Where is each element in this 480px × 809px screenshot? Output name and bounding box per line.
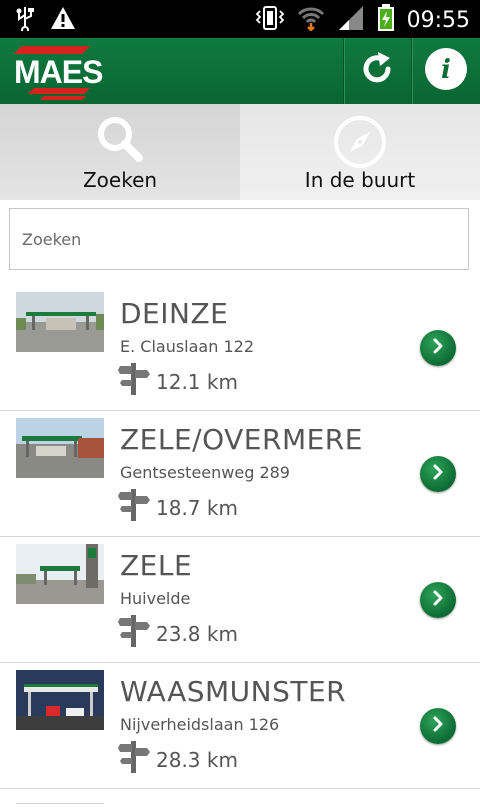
distance-row: 28.3 km — [118, 739, 238, 777]
refresh-icon — [358, 50, 396, 92]
search-icon — [95, 114, 145, 168]
search-box — [9, 208, 469, 270]
station-distance: 12.1 km — [156, 370, 238, 394]
vibrate-icon — [255, 5, 285, 35]
station-photo — [16, 292, 104, 352]
status-bar: 09:55 — [0, 0, 480, 38]
station-name: WAASMUNSTER — [120, 675, 347, 708]
app-bar: MAES i — [0, 38, 480, 104]
wifi-icon — [297, 5, 325, 35]
chevron-right-icon — [430, 338, 446, 358]
open-station-button[interactable] — [420, 582, 456, 618]
search-input[interactable] — [10, 209, 468, 269]
battery-charging-icon — [377, 4, 395, 36]
station-distance: 18.7 km — [156, 496, 238, 520]
compass-icon — [332, 114, 388, 174]
distance-row: 12.1 km — [118, 361, 238, 399]
signpost-icon — [118, 487, 150, 525]
list-item[interactable]: DEINZE E. Clauslaan 122 12.1 km — [0, 285, 480, 411]
signpost-icon — [118, 739, 150, 777]
logo-text: MAES — [14, 54, 103, 90]
tab-in-de-buurt[interactable]: In de buurt — [240, 104, 480, 200]
list-item-partial[interactable] — [0, 789, 480, 809]
station-photo — [16, 418, 104, 478]
tab-label: Zoeken — [82, 168, 158, 192]
station-list: DEINZE E. Clauslaan 122 12.1 km ZELE/OVE… — [0, 285, 480, 809]
chevron-right-icon — [430, 590, 446, 610]
svg-text:i: i — [441, 55, 451, 85]
refresh-button[interactable] — [344, 38, 410, 104]
distance-row: 23.8 km — [118, 613, 238, 651]
station-photo — [16, 544, 104, 604]
tab-bar: Zoeken In de buurt — [0, 104, 480, 200]
open-station-button[interactable] — [420, 330, 456, 366]
chevron-right-icon — [430, 464, 446, 484]
station-name: ZELE — [120, 549, 193, 582]
signpost-icon — [118, 361, 150, 399]
station-address: Huivelde — [120, 589, 191, 608]
tab-label: In de buurt — [304, 168, 416, 192]
station-address: Gentsesteenweg 289 — [120, 463, 290, 482]
open-station-button[interactable] — [420, 456, 456, 492]
maes-logo: MAES — [14, 44, 103, 100]
station-distance: 23.8 km — [156, 622, 238, 646]
info-icon: i — [423, 46, 469, 96]
station-name: ZELE/OVERMERE — [120, 423, 363, 456]
station-address: Nijverheidslaan 126 — [120, 715, 280, 734]
station-distance: 28.3 km — [156, 748, 238, 772]
status-time: 09:55 — [406, 7, 470, 33]
tab-zoeken[interactable]: Zoeken — [0, 104, 240, 200]
list-item[interactable]: WAASMUNSTER Nijverheidslaan 126 28.3 km — [0, 663, 480, 789]
signpost-icon — [118, 613, 150, 651]
station-name: DEINZE — [120, 297, 229, 330]
list-item[interactable]: ZELE/OVERMERE Gentsesteenweg 289 18.7 km — [0, 411, 480, 537]
station-address: E. Clauslaan 122 — [120, 337, 254, 356]
station-photo — [16, 670, 104, 730]
info-button[interactable]: i — [413, 38, 479, 104]
station-photo — [16, 796, 104, 804]
warning-icon — [50, 6, 76, 34]
list-item[interactable]: ZELE Huivelde 23.8 km — [0, 537, 480, 663]
distance-row: 18.7 km — [118, 487, 238, 525]
open-station-button[interactable] — [420, 708, 456, 744]
usb-icon — [14, 5, 36, 35]
chevron-right-icon — [430, 716, 446, 736]
app-bar-divider — [411, 38, 412, 104]
signal-icon — [337, 5, 365, 35]
